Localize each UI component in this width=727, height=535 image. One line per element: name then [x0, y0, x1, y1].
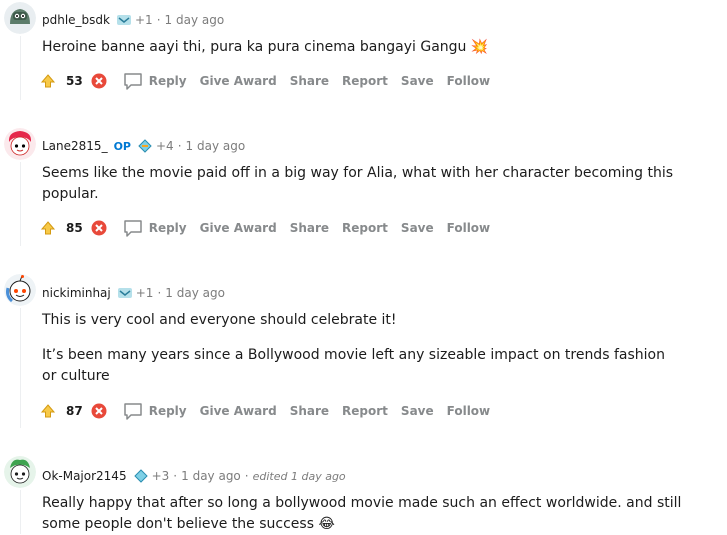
karma-badge: +3 — [151, 469, 170, 483]
karma-badge: +1 — [135, 13, 153, 27]
comment-meta: Lane2815_ OP +4 · 1 day ago — [42, 139, 246, 153]
downvote-icon[interactable] — [91, 403, 107, 419]
reply-icon[interactable] — [123, 72, 143, 90]
give-award-button[interactable]: Give Award — [200, 221, 277, 235]
vote-count: 53 — [66, 74, 83, 88]
downvote-icon[interactable] — [91, 220, 107, 236]
reply-icon[interactable] — [123, 219, 143, 237]
timestamp[interactable]: 1 day ago — [186, 139, 246, 153]
comment-body: This is very cool and everyone should ce… — [42, 310, 682, 387]
award-flair-icon — [137, 139, 153, 153]
comment-actions: 85 Reply Give Award Share Report Save Fo… — [40, 218, 503, 238]
comment-body: Seems like the movie paid off in a big w… — [42, 163, 682, 205]
comment-paragraph: This is very cool and everyone should ce… — [42, 312, 397, 328]
comment-meta: pdhle_bsdk +1 · 1 day ago — [42, 13, 225, 27]
vote-count: 87 — [66, 404, 83, 418]
report-button[interactable]: Report — [342, 221, 388, 235]
comment-body: Heroine banne aayi thi, pura ka pura cin… — [42, 37, 682, 58]
reply-button[interactable]: Reply — [149, 74, 187, 88]
karma-badge: +1 — [135, 286, 154, 300]
thread-line[interactable] — [20, 490, 21, 534]
save-button[interactable]: Save — [401, 221, 434, 235]
comment-paragraph: Really happy that after so long a bollyw… — [42, 495, 682, 532]
comment-actions: 87 Reply Give Award Share Report Save Fo… — [40, 401, 503, 421]
share-button[interactable]: Share — [290, 221, 329, 235]
thread-line[interactable] — [20, 162, 21, 246]
comment-meta: nickiminhaj +1 · 1 day ago — [42, 286, 225, 300]
report-button[interactable]: Report — [342, 74, 388, 88]
username[interactable]: Lane2815_ — [42, 139, 108, 153]
avatar[interactable] — [4, 128, 36, 160]
report-button[interactable]: Report — [342, 404, 388, 418]
username[interactable]: Ok-Major2145 — [42, 469, 127, 483]
follow-button[interactable]: Follow — [447, 404, 491, 418]
avatar[interactable] — [4, 2, 36, 34]
follow-button[interactable]: Follow — [447, 74, 491, 88]
upvote-icon[interactable] — [40, 220, 56, 236]
upvote-icon[interactable] — [40, 73, 56, 89]
comment-paragraph: Heroine banne aayi thi, pura ka pura cin… — [42, 39, 489, 55]
share-button[interactable]: Share — [290, 404, 329, 418]
share-button[interactable]: Share — [290, 74, 329, 88]
give-award-button[interactable]: Give Award — [200, 404, 277, 418]
thread-line[interactable] — [20, 36, 21, 100]
give-award-button[interactable]: Give Award — [200, 74, 277, 88]
comment-meta: Ok-Major2145 +3 · 1 day ago · edited 1 d… — [42, 469, 346, 483]
save-button[interactable]: Save — [401, 74, 434, 88]
username[interactable]: pdhle_bsdk — [42, 13, 110, 27]
timestamp[interactable]: 1 day ago — [181, 469, 241, 483]
award-flair-icon — [117, 286, 133, 300]
award-flair-icon — [116, 13, 132, 27]
karma-badge: +4 — [156, 139, 174, 153]
upvote-icon[interactable] — [40, 403, 56, 419]
reply-button[interactable]: Reply — [149, 404, 187, 418]
avatar[interactable] — [4, 456, 36, 488]
op-badge: OP — [113, 139, 131, 153]
comment-body: Really happy that after so long a bollyw… — [42, 493, 682, 535]
vote-count: 85 — [66, 221, 83, 235]
comment-actions: 53 Reply Give Award Share Report Save Fo… — [40, 71, 503, 91]
reply-button[interactable]: Reply — [149, 221, 187, 235]
timestamp[interactable]: 1 day ago — [165, 286, 225, 300]
reply-icon[interactable] — [123, 402, 143, 420]
award-flair-icon — [133, 469, 149, 483]
edited-label: edited 1 day ago — [252, 469, 346, 483]
save-button[interactable]: Save — [401, 404, 434, 418]
username[interactable]: nickiminhaj — [42, 286, 111, 300]
comment-paragraph: Seems like the movie paid off in a big w… — [42, 165, 674, 202]
avatar[interactable] — [4, 274, 36, 306]
comment-paragraph: It’s been many years since a Bollywood m… — [42, 347, 665, 384]
thread-line[interactable] — [20, 308, 21, 428]
downvote-icon[interactable] — [91, 73, 107, 89]
follow-button[interactable]: Follow — [447, 221, 491, 235]
timestamp[interactable]: 1 day ago — [165, 13, 225, 27]
